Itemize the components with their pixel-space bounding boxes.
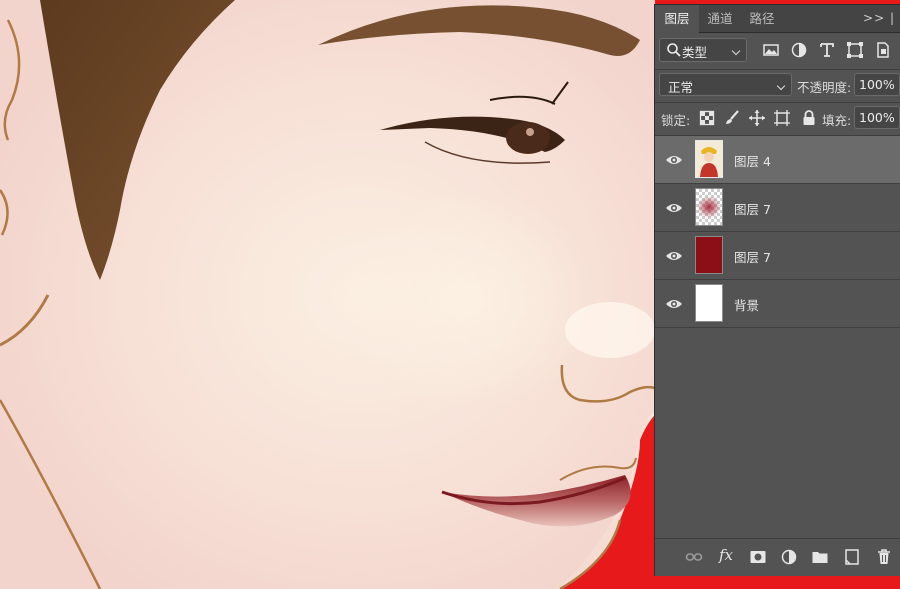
fill-label: 填充: [822, 113, 852, 128]
layer-thumbnail-figure [695, 140, 723, 178]
group-folder-icon[interactable] [811, 548, 829, 566]
lock-artboard-icon[interactable] [773, 109, 791, 127]
tab-channels[interactable]: 通道 [699, 5, 741, 32]
lock-all-icon[interactable] [800, 109, 818, 127]
layer-thumbnail-blush [695, 188, 723, 226]
shape-filter-icon[interactable] [846, 41, 864, 59]
panel-menu-button[interactable]: >> | [863, 5, 895, 32]
eye-visibility-icon[interactable] [665, 247, 683, 265]
nose-highlight [565, 302, 655, 358]
lock-image-icon[interactable] [723, 109, 741, 127]
fill-input[interactable]: 100% [854, 106, 900, 129]
eye-pupil-glint [526, 128, 534, 136]
blend-mode-label: 正常 [668, 80, 694, 95]
chevron-down-icon [776, 81, 786, 91]
type-filter-icon[interactable] [818, 41, 836, 59]
layer-row[interactable]: 图层 7 [655, 184, 900, 232]
opacity-value: 100% [859, 77, 895, 92]
eye-visibility-icon[interactable] [665, 199, 683, 217]
eye-iris [506, 122, 550, 154]
panel-tab-bar: 图层 通道 路径 >> | [655, 5, 900, 33]
blend-mode-select[interactable]: 正常 [659, 73, 792, 96]
eye-visibility-icon[interactable] [665, 151, 683, 169]
layer-name: 背景 [734, 298, 760, 313]
layer-name: 图层 4 [734, 154, 771, 169]
search-icon [667, 43, 681, 57]
fill-value: 100% [859, 110, 895, 125]
tab-layers[interactable]: 图层 [655, 5, 699, 33]
filter-kind-select[interactable]: 类型 [659, 38, 747, 62]
opacity-input[interactable]: 100% [854, 73, 900, 96]
layer-thumbnail-dark-red [695, 236, 723, 274]
lock-position-icon[interactable] [748, 109, 766, 127]
image-filter-icon[interactable] [762, 41, 780, 59]
lock-label: 锁定: [661, 113, 691, 128]
layer-name: 图层 7 [734, 202, 771, 217]
layer-row[interactable]: 背景 [655, 280, 900, 328]
opacity-label: 不透明度: [797, 80, 852, 95]
layer-row[interactable]: 图层 7 [655, 232, 900, 280]
layers-panel: 图层 通道 路径 >> | 类型 正常 不透明度: 100% 锁定: 填充: 1… [654, 4, 900, 576]
layer-mask-icon[interactable] [749, 548, 767, 566]
tab-paths[interactable]: 路径 [741, 5, 783, 32]
smart-object-filter-icon[interactable] [874, 41, 892, 59]
layer-name: 图层 7 [734, 250, 771, 265]
adjustment-filter-icon[interactable] [790, 41, 808, 59]
trash-icon[interactable] [875, 548, 893, 566]
adjustment-layer-icon[interactable] [780, 548, 798, 566]
fx-icon[interactable]: fx [719, 546, 733, 564]
lock-transparent-icon[interactable] [698, 109, 716, 127]
layer-thumbnail-white [695, 284, 723, 322]
layer-row[interactable]: 图层 4 [655, 136, 900, 184]
chevron-down-icon [731, 46, 741, 56]
filter-kind-label: 类型 [682, 45, 708, 60]
panel-bottom-toolbar: fx [655, 538, 900, 576]
new-layer-icon[interactable] [843, 548, 861, 566]
eye-visibility-icon[interactable] [665, 295, 683, 313]
link-layers-icon[interactable] [685, 548, 703, 566]
